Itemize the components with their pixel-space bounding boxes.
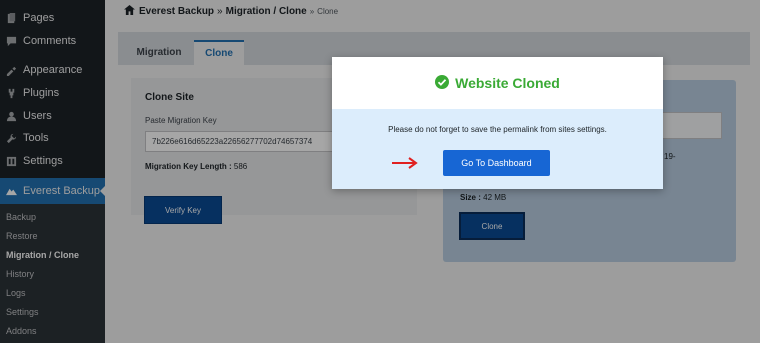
modal-title: Website Cloned: [455, 75, 560, 91]
arrow-right-icon: [391, 156, 419, 173]
modal-header: Website Cloned: [332, 57, 663, 109]
modal-body: Please do not forget to save the permali…: [332, 109, 663, 189]
modal-message: Please do not forget to save the permali…: [388, 125, 607, 134]
go-to-dashboard-button[interactable]: Go To Dashboard: [443, 150, 550, 176]
check-circle-icon: [435, 74, 450, 92]
website-cloned-modal: Website Cloned Please do not forget to s…: [332, 57, 663, 189]
